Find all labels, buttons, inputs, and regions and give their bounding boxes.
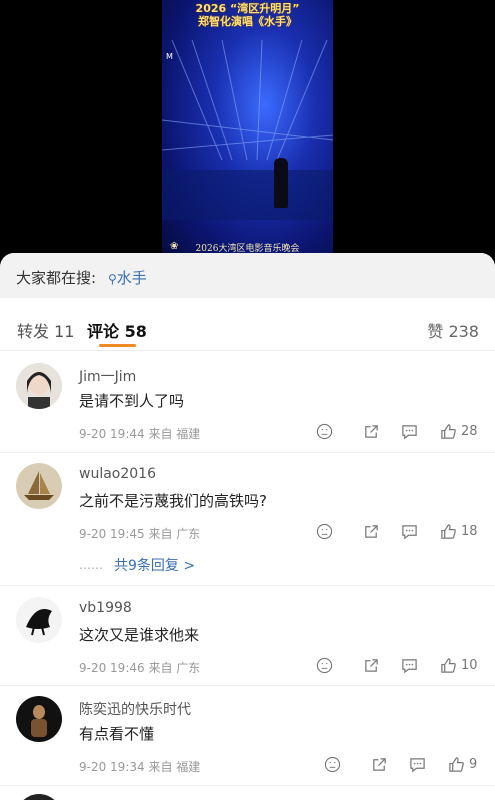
dislike-face-icon — [324, 756, 341, 773]
comment-meta: 9-20 19:34 来自 福建 — [79, 760, 201, 774]
share-button[interactable] — [363, 423, 380, 440]
reply-button[interactable] — [401, 423, 418, 440]
thumbs-up-icon — [441, 424, 456, 439]
comment-text: 有点看不懂 — [79, 725, 155, 743]
like-button[interactable]: 18 — [440, 523, 478, 540]
comment-meta: 9-20 19:45 来自 广东 — [79, 527, 201, 541]
comments-sheet: 大家都在搜: ⚲水手 转发 11 评论 58 赞 238 Jim一Jim 是请不… — [0, 253, 495, 800]
comment-item: vb1998 这次又是谁求他来 9-20 19:46 来自 广东 10 — [0, 597, 495, 687]
comment-item: wulao2016 之前不是污蔑我们的高铁吗? 9-20 19:45 来自 广东… — [0, 463, 495, 583]
comment-text: 是请不到人了吗 — [79, 392, 185, 410]
comment-icon — [402, 525, 417, 540]
share-icon — [365, 525, 378, 538]
thumbs-up-icon — [449, 757, 464, 772]
reply-button[interactable] — [401, 657, 418, 674]
broadcaster-logo: M — [166, 52, 173, 61]
dislike-face-icon — [316, 423, 333, 440]
tab-likes[interactable]: 赞 238 — [427, 318, 479, 342]
share-button[interactable] — [363, 657, 380, 674]
share-icon — [373, 758, 386, 771]
like-count: 10 — [461, 658, 478, 673]
replies-dots: …… — [79, 558, 103, 572]
comment-text: 这次又是谁求他来 — [79, 626, 200, 644]
like-count: 9 — [469, 757, 478, 772]
comment-item: 陈奕迅的快乐时代 有点看不懂 9-20 19:34 来自 福建 9 — [0, 696, 495, 786]
thumbs-up-icon — [441, 658, 456, 673]
trending-search-label: 大家都在搜: — [16, 269, 97, 287]
dislike-button[interactable] — [316, 523, 333, 540]
comment-meta: 9-20 19:46 来自 广东 — [79, 661, 201, 675]
avatar[interactable] — [16, 597, 62, 643]
avatar[interactable] — [16, 794, 62, 800]
dislike-button[interactable] — [324, 756, 341, 773]
comment-icon — [410, 758, 425, 773]
comment-icon — [402, 425, 417, 440]
comment-icon — [402, 659, 417, 674]
avatar[interactable] — [16, 363, 62, 409]
comment-username[interactable]: Jim一Jim — [79, 366, 136, 386]
comment-username[interactable]: wulao2016 — [79, 466, 156, 482]
video-title-overlay: 2026 “湾区升明月” 郑智化演唱《水手》 — [195, 2, 300, 28]
like-button[interactable]: 10 — [440, 657, 478, 674]
video-player[interactable]: 2026 “湾区升明月” 郑智化演唱《水手》 M ❀ 2026大湾区电影音乐晚会 — [0, 0, 495, 262]
divider — [0, 452, 495, 453]
tab-comments[interactable]: 评论 58 — [87, 318, 147, 342]
tab-bar: 转发 11 评论 58 赞 238 — [0, 298, 495, 351]
divider — [0, 585, 495, 586]
singer-silhouette — [274, 158, 288, 208]
dislike-button[interactable] — [316, 423, 333, 440]
stage-lights-graphic — [162, 40, 333, 220]
share-icon — [365, 659, 378, 672]
comment-text: 之前不是污蔑我们的高铁吗? — [79, 492, 267, 510]
dislike-button[interactable] — [316, 657, 333, 674]
reply-button[interactable] — [409, 756, 426, 773]
share-button[interactable] — [371, 756, 388, 773]
trending-search-bar: 大家都在搜: ⚲水手 — [0, 253, 495, 298]
avatar[interactable] — [16, 696, 62, 742]
active-tab-indicator — [99, 344, 136, 347]
comment-username[interactable]: vb1998 — [79, 600, 132, 616]
like-count: 18 — [461, 524, 478, 539]
search-icon: ⚲ — [108, 272, 117, 286]
dislike-face-icon — [316, 657, 333, 674]
trending-search-link[interactable]: ⚲水手 — [108, 267, 147, 288]
avatar[interactable] — [16, 463, 62, 509]
divider — [0, 685, 495, 686]
tab-repost[interactable]: 转发 11 — [17, 318, 74, 342]
reply-button[interactable] — [401, 523, 418, 540]
video-frame[interactable]: 2026 “湾区升明月” 郑智化演唱《水手》 M ❀ 2026大湾区电影音乐晚会 — [162, 0, 333, 262]
view-replies-link[interactable]: 共9条回复 > — [114, 555, 195, 575]
comment-meta: 9-20 19:44 来自 福建 — [79, 427, 201, 441]
like-count: 28 — [461, 424, 478, 439]
share-icon — [365, 425, 378, 438]
like-button[interactable]: 9 — [448, 756, 477, 773]
divider — [0, 785, 495, 786]
thumbs-up-icon — [441, 524, 456, 539]
share-button[interactable] — [363, 523, 380, 540]
comment-item: Jim一Jim 是请不到人了吗 9-20 19:44 来自 福建 28 — [0, 363, 495, 453]
comment-username[interactable]: 陈奕迅的快乐时代 — [79, 699, 191, 719]
dislike-face-icon — [316, 523, 333, 540]
like-button[interactable]: 28 — [440, 423, 478, 440]
